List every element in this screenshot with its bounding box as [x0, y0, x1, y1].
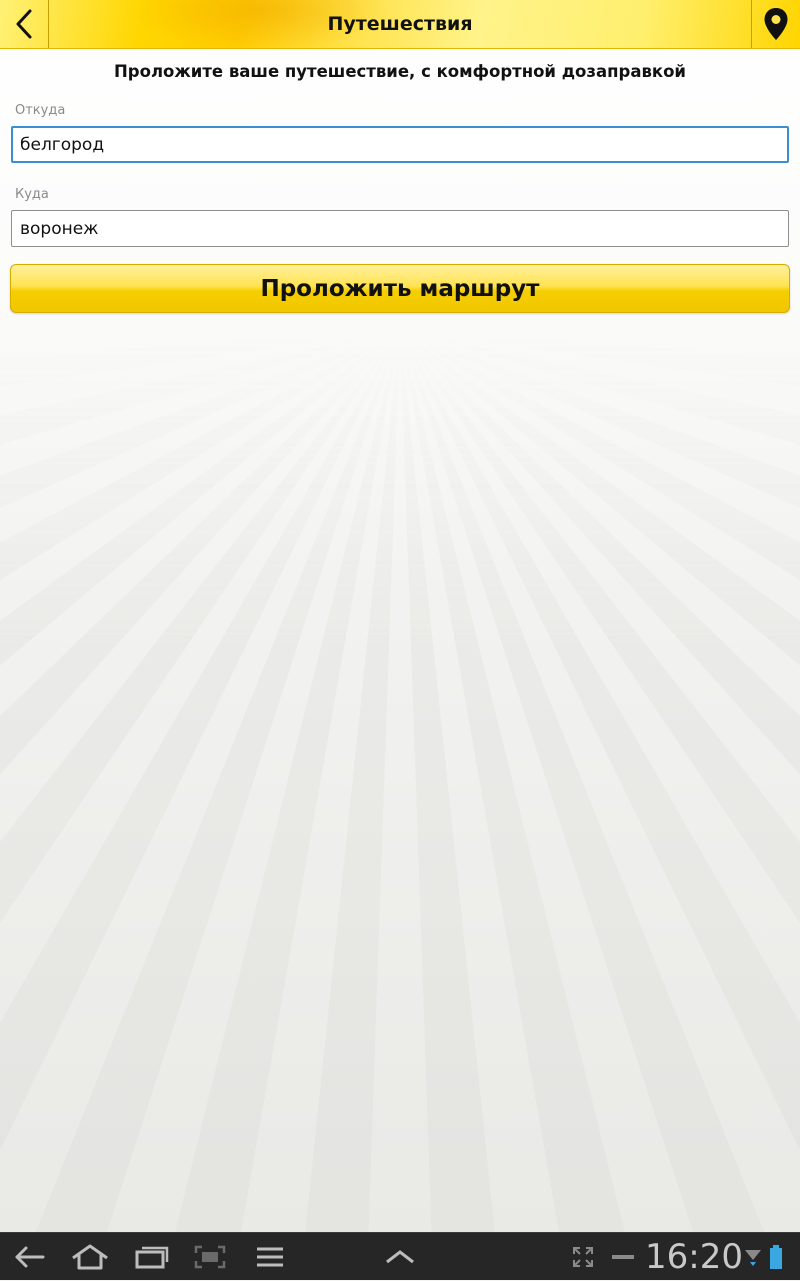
- wifi-icon: [743, 1233, 763, 1281]
- recent-apps-icon[interactable]: [132, 1233, 172, 1281]
- battery-icon: [766, 1233, 786, 1281]
- form-subtitle: Проложите ваше путешествие, с комфортной…: [114, 62, 686, 81]
- chevron-left-icon: [16, 9, 32, 39]
- to-label: Куда: [15, 187, 49, 202]
- chevron-up-icon[interactable]: [380, 1233, 420, 1281]
- to-input[interactable]: [11, 210, 789, 247]
- action-bar: Путешествия: [0, 0, 800, 50]
- from-input[interactable]: [11, 126, 789, 163]
- build-route-button[interactable]: Проложить маршрут: [10, 264, 790, 313]
- minus-icon: [610, 1233, 636, 1281]
- menu-icon[interactable]: [252, 1233, 288, 1281]
- clock: 16:20: [645, 1237, 743, 1277]
- back-icon[interactable]: [10, 1233, 50, 1281]
- page-title: Путешествия: [327, 13, 473, 35]
- system-navigation-bar: 16:20: [0, 1232, 800, 1280]
- app-screen: Путешествия Проложите ваше путешествие, …: [0, 0, 800, 1232]
- from-label: Откуда: [15, 103, 66, 118]
- location-button[interactable]: [751, 0, 800, 48]
- background-rays: [0, 330, 800, 1232]
- map-pin-icon: [764, 8, 788, 40]
- screenshot-icon[interactable]: [192, 1233, 228, 1281]
- back-button[interactable]: [0, 0, 49, 48]
- home-icon[interactable]: [68, 1233, 112, 1281]
- fullscreen-icon[interactable]: [568, 1233, 598, 1281]
